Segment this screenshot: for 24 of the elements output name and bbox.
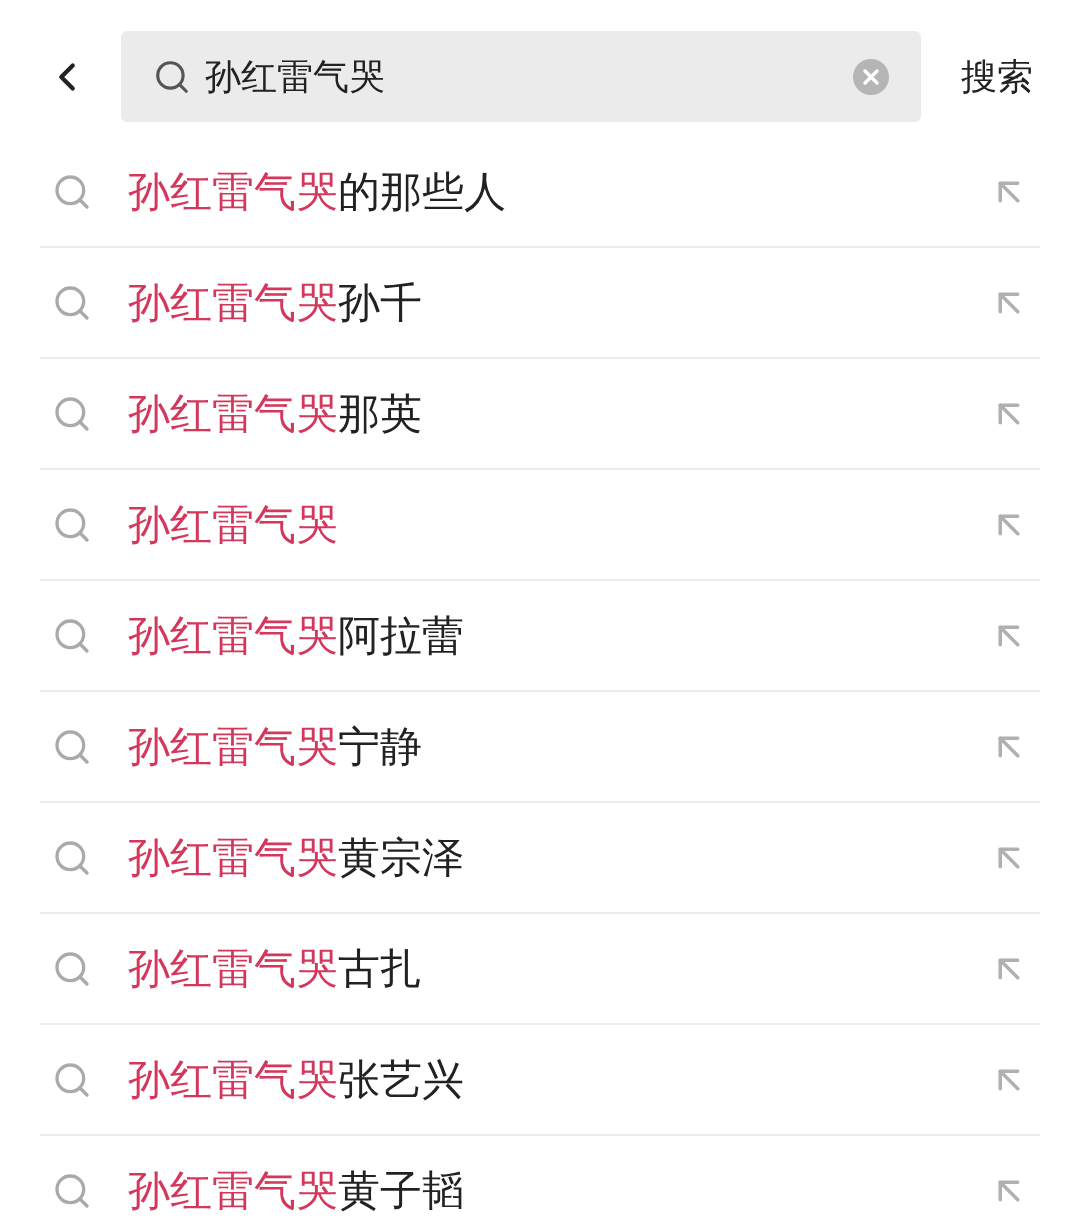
suggestion-text: 孙红雷气哭阿拉蕾 [128, 610, 464, 662]
suggestion-text: 孙红雷气哭张艺兴 [128, 1054, 464, 1106]
suggestion-text: 孙红雷气哭那英 [128, 388, 422, 440]
clear-icon[interactable] [853, 58, 889, 95]
suggestion-item[interactable]: 孙红雷气哭孙千 [40, 248, 1040, 359]
suggestion-text: 孙红雷气哭黄子韬 [128, 1165, 464, 1217]
search-button[interactable]: 搜索 [961, 49, 1033, 104]
suggestion-item[interactable]: 孙红雷气哭宁静 [40, 692, 1040, 803]
suggestion-item[interactable]: 孙红雷气哭阿拉蕾 [40, 581, 1040, 692]
suggestion-item[interactable]: 孙红雷气哭 [40, 470, 1040, 581]
suggestion-text: 孙红雷气哭黄宗泽 [128, 832, 464, 884]
suggestion-text: 孙红雷气哭宁静 [128, 721, 422, 773]
suggestion-item[interactable]: 孙红雷气哭黄宗泽 [40, 803, 1040, 914]
suggestion-item[interactable]: 孙红雷气哭黄子韬 [40, 1136, 1040, 1219]
search-query: 孙红雷气哭 [205, 54, 385, 99]
suggestion-item[interactable]: 孙红雷气哭古扎 [40, 914, 1040, 1025]
suggestion-item[interactable]: 孙红雷气哭的那些人 [40, 137, 1040, 248]
suggestion-text: 孙红雷气哭古扎 [128, 943, 422, 995]
suggestion-item[interactable]: 孙红雷气哭那英 [40, 359, 1040, 470]
search-field[interactable]: 孙红雷气哭 [121, 31, 921, 122]
suggestion-text: 孙红雷气哭孙千 [128, 277, 422, 329]
suggestion-text: 孙红雷气哭的那些人 [128, 166, 506, 218]
suggestion-text: 孙红雷气哭 [128, 499, 338, 551]
suggestion-item[interactable]: 孙红雷气哭张艺兴 [40, 1025, 1040, 1136]
